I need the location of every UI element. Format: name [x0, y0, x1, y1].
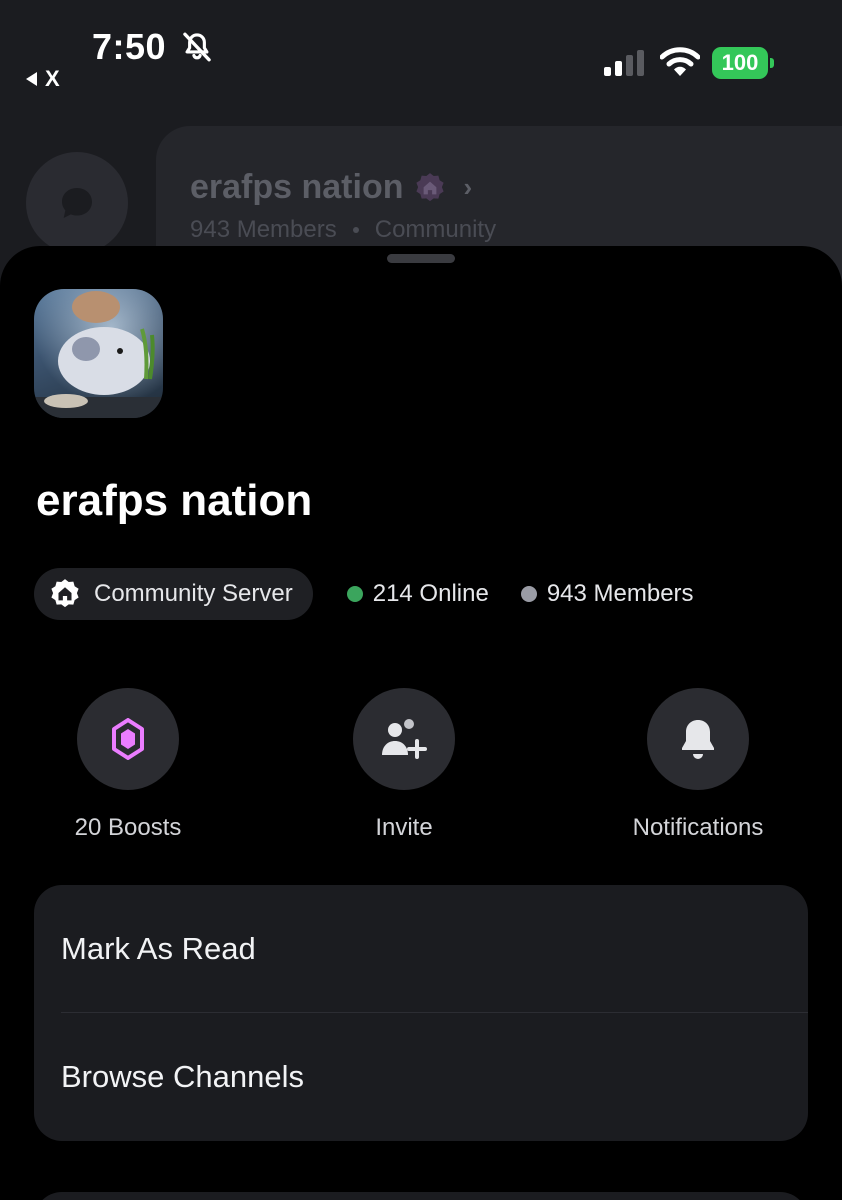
separator-dot	[352, 227, 359, 233]
boost-gem-icon	[112, 718, 144, 760]
boosts-label: 20 Boosts	[74, 814, 182, 841]
next-menu-card	[34, 1192, 808, 1200]
back-to-app-link[interactable]: X	[26, 66, 60, 92]
members-status-dot	[520, 586, 537, 602]
community-badge-icon	[51, 579, 79, 608]
notifications-action[interactable]: Notifications	[598, 688, 798, 842]
battery-indicator: 100	[712, 47, 774, 79]
server-avatar-image	[34, 289, 163, 418]
background-server-title: erafps nation	[190, 168, 404, 206]
boosts-action[interactable]: 20 Boosts	[28, 688, 228, 842]
community-server-label: Community Server	[94, 580, 293, 607]
background-members-count: 943 Members	[190, 216, 337, 243]
browse-channels-item[interactable]: Browse Channels	[34, 1013, 808, 1141]
quick-actions-row: 20 Boosts Invite Notifications	[0, 688, 842, 848]
sheet-drag-handle[interactable]	[387, 254, 455, 263]
add-member-icon	[382, 719, 427, 759]
online-status-dot	[346, 586, 363, 602]
direct-messages-button[interactable]	[26, 152, 128, 254]
community-badge-icon	[416, 172, 445, 201]
background-server-subtitle: 943 Members Community	[190, 216, 496, 244]
wifi-icon	[660, 47, 700, 76]
battery-level: 100	[712, 47, 768, 79]
notifications-label: Notifications	[632, 814, 764, 841]
server-avatar	[34, 289, 163, 418]
server-name-heading: erafps nation	[36, 476, 313, 525]
status-bar: 7:50 X 100	[0, 0, 842, 110]
cellular-signal-icon	[604, 50, 644, 76]
server-bottom-sheet: erafps nation Community Server 214 Onlin…	[0, 246, 842, 1200]
chat-bubble-icon	[62, 188, 92, 218]
chevron-right-icon: ›	[463, 172, 473, 202]
mark-as-read-item[interactable]: Mark As Read	[34, 885, 808, 1013]
community-server-pill[interactable]: Community Server	[34, 568, 313, 620]
bell-muted-icon	[183, 32, 211, 62]
back-app-label: X	[45, 66, 60, 91]
member-count-label: 943 Members	[546, 580, 694, 607]
battery-nub	[770, 58, 774, 68]
member-count: 943 Members	[520, 580, 694, 608]
boosts-button[interactable]	[77, 688, 179, 790]
invite-action[interactable]: Invite	[304, 688, 504, 842]
online-count: 214 Online	[346, 580, 489, 608]
status-time: 7:50	[92, 26, 167, 67]
invite-button[interactable]	[353, 688, 455, 790]
back-arrow-icon	[26, 72, 37, 86]
background-server-title-row: erafps nation ›	[190, 168, 472, 207]
background-community-tag: Community	[374, 216, 497, 243]
notifications-button[interactable]	[647, 688, 749, 790]
server-menu-card: Mark As Read Browse Channels	[34, 885, 808, 1141]
invite-label: Invite	[375, 814, 433, 841]
bell-icon	[682, 720, 714, 759]
online-count-label: 214 Online	[372, 580, 489, 607]
server-info-row: Community Server 214 Online 943 Members	[34, 568, 694, 620]
